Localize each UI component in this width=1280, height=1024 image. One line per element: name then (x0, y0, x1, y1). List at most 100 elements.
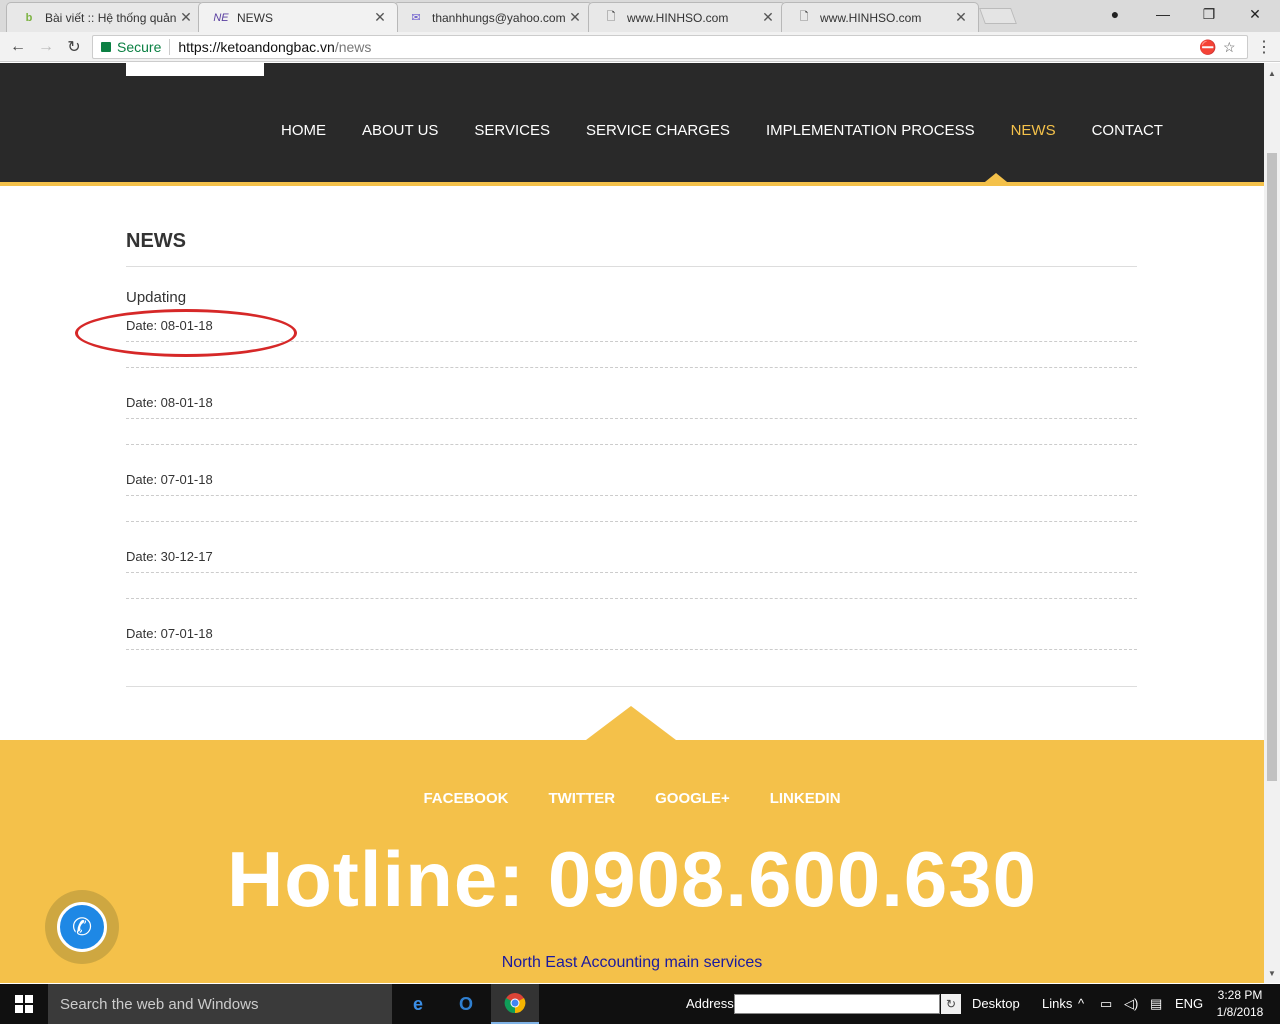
tab-title: NEWS (237, 10, 273, 25)
restore-button[interactable]: ❐ (1186, 0, 1232, 28)
desktop-toolbar[interactable]: Desktop (972, 996, 1020, 1011)
b-icon: b (25, 11, 33, 24)
volume-icon[interactable]: ◁) (1124, 996, 1138, 1012)
news-date: Date: 07-01-18 (126, 472, 213, 487)
network-icon[interactable]: ▭ (1100, 996, 1112, 1012)
menu-service-charges[interactable]: SERVICE CHARGES (568, 123, 748, 139)
outlook-icon[interactable]: O (442, 984, 490, 1024)
windows-icon (15, 995, 33, 1013)
address-bar[interactable]: Secure https://ketoandongbac.vn/news ⛔ ☆ (92, 35, 1248, 59)
back-button[interactable]: ← (6, 36, 30, 58)
star-icon[interactable]: ☆ (1223, 39, 1236, 56)
google-plus-link[interactable]: GOOGLE+ (655, 790, 730, 807)
mail-icon: ✉ (411, 12, 421, 24)
new-tab-button[interactable] (979, 8, 1017, 24)
edge-icon[interactable]: e (394, 984, 442, 1024)
close-window-button[interactable]: ✕ (1232, 0, 1278, 28)
news-section: NEWS Updating Date: 08-01-18 Date: 08-01… (126, 186, 1137, 674)
taskbar-search[interactable]: Search the web and Windows (48, 984, 392, 1024)
tab-title: Bài viết :: Hệ thống quản (45, 10, 177, 25)
menu-home[interactable]: HOME (263, 123, 344, 139)
menu-implementation-process[interactable]: IMPLEMENTATION PROCESS (748, 123, 993, 139)
tab-title: www.HINHSO.com (627, 10, 729, 25)
section-bottom-rule (126, 686, 1137, 687)
list-item[interactable]: Date: 08-01-18 (126, 366, 1137, 445)
clock[interactable]: 3:28 PM 1/8/2018 (1210, 987, 1270, 1021)
show-hidden-icons-icon[interactable]: ^ (1078, 996, 1084, 1011)
page-icon: 🗋 (799, 11, 809, 23)
scroll-thumb[interactable] (1267, 153, 1277, 781)
scroll-up-icon[interactable]: ▲ (1268, 69, 1276, 78)
tab-title: www.HINHSO.com (820, 10, 922, 25)
news-title[interactable]: Updating (126, 289, 186, 306)
divider (126, 572, 1137, 573)
twitter-link[interactable]: TWITTER (548, 790, 615, 807)
url-path: /news (334, 39, 372, 55)
tab-bai-viet[interactable]: b Bài viết :: Hệ thống quản ✕ (6, 2, 204, 32)
close-icon[interactable]: ✕ (179, 9, 193, 26)
active-menu-indicator (980, 173, 1012, 186)
menu-contact[interactable]: CONTACT (1074, 123, 1181, 139)
tab-title: thanhhungs@yahoo.com (432, 10, 566, 25)
tab-hinhso-1[interactable]: 🗋 www.HINHSO.com ✕ (588, 2, 786, 32)
tab-news[interactable]: NE NEWS ✕ (198, 2, 398, 32)
language-indicator[interactable]: ENG (1175, 996, 1203, 1011)
menu-news[interactable]: NEWS (993, 123, 1074, 139)
windows-taskbar: Search the web and Windows e O Address ↻… (0, 984, 1280, 1024)
tab-mail[interactable]: ✉ thanhhungs@yahoo.com ✕ (393, 2, 593, 32)
footer-peak (586, 706, 676, 740)
site-header: HOME ABOUT US SERVICES SERVICE CHARGES I… (0, 63, 1264, 186)
refresh-icon[interactable]: ↻ (941, 994, 961, 1014)
services-link[interactable]: North East Accounting main services (0, 954, 1264, 972)
profile-icon[interactable]: ● (1092, 0, 1138, 28)
forward-button[interactable]: → (34, 36, 58, 58)
close-icon[interactable]: ✕ (761, 9, 775, 26)
links-toolbar[interactable]: Links (1042, 996, 1072, 1011)
list-item[interactable]: Date: 07-01-18 (126, 443, 1137, 522)
news-list: Updating Date: 08-01-18 Date: 08-01-18 D… (126, 289, 1137, 674)
news-date: Date: 07-01-18 (126, 626, 213, 641)
hotline-text: Hotline: 0908.600.630 (226, 835, 1038, 923)
annotation-circle (75, 309, 297, 357)
call-button[interactable]: ✆ (45, 890, 119, 964)
social-links: FACEBOOK TWITTER GOOGLE+ LINKEDIN (0, 790, 1264, 807)
address-label: Address (686, 996, 734, 1011)
scroll-down-icon[interactable]: ▼ (1268, 969, 1276, 978)
tab-strip: b Bài viết :: Hệ thống quản ✕ NE NEWS ✕ … (0, 0, 1280, 32)
menu-about-us[interactable]: ABOUT US (344, 123, 456, 139)
linkedin-link[interactable]: LINKEDIN (770, 790, 841, 807)
ne-icon: NE (213, 11, 229, 24)
lock-icon (101, 42, 111, 52)
web-page: HOME ABOUT US SERVICES SERVICE CHARGES I… (0, 63, 1264, 983)
close-icon[interactable]: ✕ (954, 9, 968, 26)
menu-icon[interactable]: ⋮ (1252, 36, 1276, 58)
notifications-icon[interactable]: ▤ (1150, 996, 1162, 1012)
list-item[interactable]: Date: 30-12-17 (126, 520, 1137, 599)
divider (126, 649, 1137, 650)
page-title: NEWS (126, 230, 1137, 267)
menu-services[interactable]: SERVICES (456, 123, 568, 139)
divider (126, 418, 1137, 419)
close-icon[interactable]: ✕ (373, 9, 387, 26)
reload-button[interactable]: ↻ (62, 36, 86, 58)
main-menu: HOME ABOUT US SERVICES SERVICE CHARGES I… (263, 123, 1181, 139)
site-footer: FACEBOOK TWITTER GOOGLE+ LINKEDIN Hotlin… (0, 740, 1264, 983)
clock-date: 1/8/2018 (1216, 1005, 1264, 1019)
url-host: https://ketoandongbac.vn (178, 39, 335, 55)
blocked-icon[interactable]: ⛔ (1199, 39, 1216, 56)
site-logo[interactable] (126, 63, 264, 76)
tab-hinhso-2[interactable]: 🗋 www.HINHSO.com ✕ (781, 2, 979, 32)
minimize-button[interactable]: — (1140, 0, 1186, 28)
list-item[interactable]: Date: 07-01-18 (126, 597, 1137, 674)
facebook-link[interactable]: FACEBOOK (423, 790, 508, 807)
chrome-icon[interactable] (491, 984, 539, 1024)
close-icon[interactable]: ✕ (568, 9, 582, 26)
start-button[interactable] (0, 984, 48, 1024)
news-date: Date: 30-12-17 (126, 549, 213, 564)
divider (126, 495, 1137, 496)
address-toolbar-input[interactable] (734, 994, 940, 1014)
clock-time: 3:28 PM (1217, 988, 1263, 1002)
news-date: Date: 08-01-18 (126, 395, 213, 410)
page-scrollbar[interactable]: ▲ ▼ (1264, 63, 1280, 983)
browser-toolbar: ← → ↻ Secure https://ketoandongbac.vn/ne… (0, 32, 1280, 62)
